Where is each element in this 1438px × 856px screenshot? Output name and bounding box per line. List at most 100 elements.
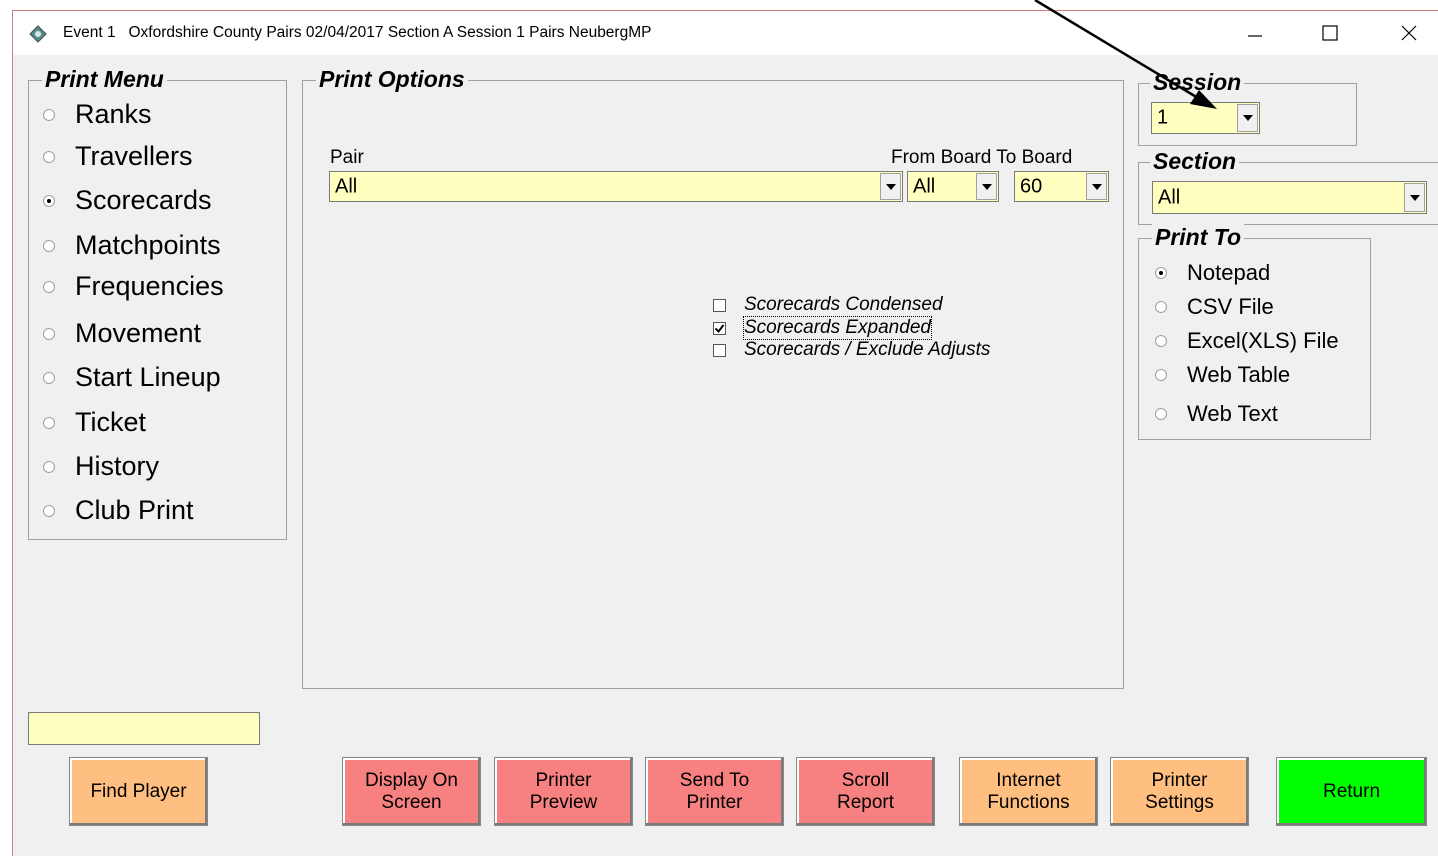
pair-label: Pair (330, 147, 364, 168)
print-to-item-label: Excel(XLS) File (1187, 328, 1339, 353)
chevron-down-icon[interactable] (1237, 104, 1258, 132)
minimize-button[interactable] (1235, 17, 1275, 49)
return-label: Return (1322, 780, 1381, 802)
printer-settings-label: Printer Settings (1145, 769, 1214, 813)
radio-button-icon[interactable] (43, 416, 55, 429)
pair-value: All (335, 175, 358, 197)
scorecard-option-label: Scorecards / Exclude Adjusts (744, 339, 991, 360)
print-menu-item-label: Frequencies (75, 271, 224, 301)
print-menu-item-label: Ranks (75, 99, 152, 129)
print-menu-title: Print Menu (42, 66, 167, 92)
printer-preview-button[interactable]: Printer Preview (494, 757, 633, 826)
close-icon (1401, 25, 1417, 41)
print-to-item[interactable]: Web Text (1155, 401, 1278, 427)
print-menu-item[interactable]: Travellers (43, 141, 193, 172)
radio-button-icon[interactable] (43, 460, 55, 473)
print-menu-item-label: Ticket (75, 407, 147, 437)
print-to-item[interactable]: Notepad (1155, 260, 1270, 286)
print-menu-item[interactable]: Start Lineup (43, 362, 221, 393)
print-to-item[interactable]: CSV File (1155, 294, 1274, 320)
print-menu-item[interactable]: History (43, 451, 159, 482)
send-to-printer-button[interactable]: Send To Printer (645, 757, 784, 826)
minimize-icon (1248, 35, 1262, 37)
return-button[interactable]: Return (1276, 757, 1427, 826)
scorecard-option-checkbox[interactable]: Scorecards Expanded (713, 316, 932, 340)
print-to-title: Print To (1152, 224, 1245, 250)
scroll-report-label: Scroll Report (836, 769, 895, 813)
radio-button-icon[interactable] (1155, 335, 1167, 347)
print-menu-item[interactable]: Club Print (43, 495, 194, 526)
print-menu-item[interactable]: Movement (43, 318, 201, 349)
find-player-button[interactable]: Find Player (69, 757, 208, 826)
print-menu-item[interactable]: Scorecards (43, 185, 212, 216)
print-to-item-label: Web Text (1187, 401, 1278, 426)
print-menu-item-label: Movement (75, 318, 202, 348)
scorecard-option-checkbox[interactable]: Scorecards / Exclude Adjusts (713, 339, 990, 361)
radio-button-icon[interactable] (1155, 369, 1167, 381)
section-title: Section (1150, 148, 1240, 174)
checkbox-icon[interactable] (713, 298, 726, 312)
print-window: Event 1 Oxfordshire County Pairs 02/04/2… (12, 10, 1438, 856)
section-dropdown[interactable]: All (1152, 181, 1427, 214)
print-menu-item-label: Travellers (75, 141, 193, 171)
scroll-report-button[interactable]: Scroll Report (796, 757, 935, 826)
scorecard-option-label: Scorecards Expanded (743, 316, 932, 340)
chevron-down-icon[interactable] (1404, 183, 1425, 212)
checkbox-icon[interactable] (713, 321, 726, 335)
chevron-down-icon[interactable] (880, 173, 901, 200)
internet-functions-button[interactable]: Internet Functions (959, 757, 1098, 826)
display-on-screen-button[interactable]: Display On Screen (342, 757, 481, 826)
chevron-down-icon[interactable] (1086, 173, 1107, 200)
print-to-item[interactable]: Excel(XLS) File (1155, 328, 1339, 354)
to-board-dropdown[interactable]: 60 (1014, 171, 1109, 202)
internet-functions-label: Internet Functions (987, 769, 1070, 813)
print-menu-item[interactable]: Frequencies (43, 271, 224, 302)
scorecard-option-checkbox[interactable]: Scorecards Condensed (713, 294, 943, 316)
print-menu-item[interactable]: Ticket (43, 407, 146, 438)
print-menu-item-label: Club Print (75, 495, 194, 525)
window-title: Event 1 Oxfordshire County Pairs 02/04/2… (63, 24, 652, 41)
session-title: Session (1150, 69, 1245, 95)
radio-button-icon[interactable] (1155, 408, 1167, 420)
maximize-button[interactable] (1310, 17, 1350, 49)
print-menu-item-label: Start Lineup (75, 362, 221, 392)
player-search-input[interactable] (28, 712, 260, 745)
print-menu-item[interactable]: Ranks (43, 99, 152, 130)
print-to-item[interactable]: Web Table (1155, 362, 1290, 388)
print-menu-item-label: Scorecards (75, 185, 212, 215)
print-menu-item-label: Matchpoints (75, 230, 221, 260)
print-options-title: Print Options (316, 66, 468, 92)
pair-dropdown[interactable]: All (329, 171, 903, 202)
radio-button-icon[interactable] (43, 194, 55, 207)
chevron-down-icon[interactable] (976, 173, 997, 200)
board-range-label: From Board To Board (891, 147, 1073, 168)
print-menu-item-label: History (75, 451, 160, 481)
print-to-item-label: CSV File (1187, 294, 1274, 319)
checkbox-icon[interactable] (713, 343, 726, 357)
display-on-screen-label: Display On Screen (365, 769, 458, 813)
session-value: 1 (1157, 106, 1169, 129)
close-button[interactable] (1389, 17, 1429, 49)
from-board-dropdown[interactable]: All (907, 171, 999, 202)
radio-button-icon[interactable] (43, 150, 55, 163)
radio-button-icon[interactable] (43, 239, 55, 252)
to-board-value: 60 (1020, 175, 1043, 197)
maximize-icon (1322, 25, 1338, 41)
from-board-value: All (913, 175, 936, 197)
radio-button-icon[interactable] (43, 504, 55, 517)
send-to-printer-label: Send To Printer (679, 769, 750, 813)
radio-button-icon[interactable] (43, 371, 55, 384)
app-icon (29, 25, 47, 43)
printer-settings-button[interactable]: Printer Settings (1110, 757, 1249, 826)
radio-button-icon[interactable] (1155, 267, 1167, 279)
session-dropdown[interactable]: 1 (1151, 102, 1260, 134)
scorecard-option-label: Scorecards Condensed (744, 294, 943, 315)
radio-button-icon[interactable] (43, 108, 55, 121)
title-bar: Event 1 Oxfordshire County Pairs 02/04/2… (13, 11, 1438, 55)
radio-button-icon[interactable] (1155, 301, 1167, 313)
radio-button-icon[interactable] (43, 280, 55, 293)
section-value: All (1158, 186, 1181, 208)
radio-button-icon[interactable] (43, 327, 55, 340)
print-menu-item[interactable]: Matchpoints (43, 230, 221, 261)
printer-preview-label: Printer Preview (529, 769, 598, 813)
